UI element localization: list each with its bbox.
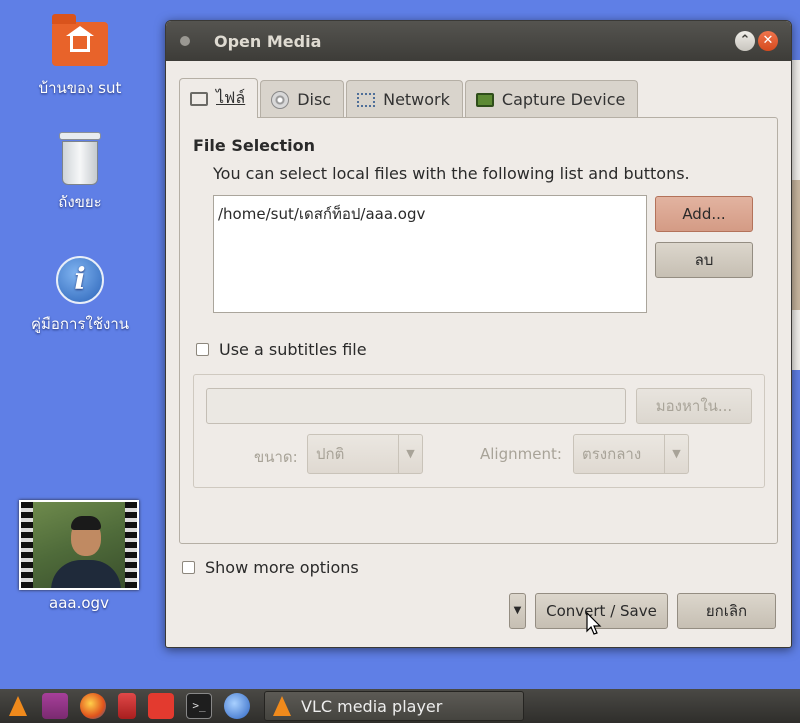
vlc-launcher-icon[interactable]	[6, 693, 30, 719]
taskbar: >_ VLC media player	[0, 689, 800, 723]
desktop-icon-trash[interactable]: ถังขยะ	[15, 132, 145, 214]
add-file-button[interactable]: Add...	[655, 196, 753, 232]
text-editor-icon[interactable]	[148, 693, 174, 719]
home-folder-icon	[52, 14, 108, 66]
desktop-icon-help[interactable]: i คู่มือการใช้งาน	[15, 256, 145, 336]
tab-network[interactable]: Network	[346, 80, 463, 118]
subtitles-options-group: มองหาใน... ขนาด: ปกติ ▼ Alignment: ตรงกล…	[193, 374, 765, 488]
checkbox-label: Show more options	[205, 558, 359, 577]
video-thumbnail[interactable]	[19, 500, 139, 590]
desktop-icon-home[interactable]: บ้านของ sut	[15, 14, 145, 100]
desktop-icon-label: aaa.ogv	[49, 594, 109, 612]
use-subtitles-checkbox[interactable]: Use a subtitles file	[196, 340, 367, 359]
file-selection-title: File Selection	[193, 136, 316, 155]
minimize-icon[interactable]: ⌃	[735, 31, 755, 51]
folder-icon	[190, 91, 208, 106]
archive-icon[interactable]	[118, 693, 136, 719]
subtitle-alignment-label: Alignment:	[480, 445, 562, 463]
desktop-icon-label: บ้านของ sut	[38, 79, 122, 97]
disc-icon	[271, 90, 290, 109]
chevron-down-icon: ▼	[398, 435, 422, 473]
capture-card-icon	[475, 92, 494, 107]
firefox-icon[interactable]	[80, 693, 106, 719]
subtitle-size-label: ขนาด:	[254, 448, 298, 466]
remove-file-button[interactable]: ลบ	[655, 242, 753, 278]
taskbar-item-label: VLC media player	[301, 696, 443, 716]
tab-label: ไฟล์	[216, 88, 246, 107]
checkbox-label: Use a subtitles file	[219, 340, 367, 359]
desktop-icon-label: ถังขยะ	[58, 193, 102, 211]
mouse-cursor-icon	[586, 612, 602, 635]
subtitle-alignment-select[interactable]: ตรงกลาง ▼	[573, 434, 689, 474]
tab-label: Capture Device	[501, 90, 626, 109]
convert-dropdown-arrow[interactable]: ▼	[509, 593, 526, 629]
background-window-edge	[792, 180, 800, 310]
select-value: ตรงกลาง	[582, 445, 642, 463]
network-globe-icon[interactable]	[224, 693, 250, 719]
file-selection-description: You can select local files with the foll…	[213, 164, 690, 183]
file-tab-panel: File Selection You can select local file…	[179, 117, 778, 544]
taskbar-item-vlc[interactable]: VLC media player	[264, 691, 524, 721]
close-icon[interactable]: ✕	[758, 31, 778, 51]
chevron-down-icon: ▼	[664, 435, 688, 473]
dialog-titlebar[interactable]: Open Media ⌃ ✕	[166, 21, 791, 61]
help-info-icon: i	[56, 256, 104, 304]
file-list[interactable]: /home/sut/เดสก์ท็อป/aaa.ogv	[213, 195, 647, 313]
list-item[interactable]: /home/sut/เดสก์ท็อป/aaa.ogv	[218, 202, 642, 226]
tab-file[interactable]: ไฟล์	[179, 78, 259, 118]
browse-subtitle-button[interactable]: มองหาใน...	[636, 388, 752, 424]
subtitle-size-select[interactable]: ปกติ ▼	[307, 434, 423, 474]
open-media-dialog: Open Media ⌃ ✕ ไฟล์ Disc Network Capture…	[165, 20, 792, 648]
background-window-edge	[792, 310, 800, 370]
desktop-icon-label: คู่มือการใช้งาน	[31, 315, 129, 333]
checkbox[interactable]	[182, 561, 195, 574]
vlc-cone-icon	[273, 696, 291, 716]
tab-bar: ไฟล์ Disc Network Capture Device	[179, 78, 640, 118]
trash-icon	[59, 132, 101, 186]
tab-label: Network	[383, 90, 450, 109]
terminal-icon[interactable]: >_	[186, 693, 212, 719]
window-menu-icon[interactable]	[180, 36, 190, 46]
tab-capture-device[interactable]: Capture Device	[464, 80, 639, 118]
checkbox[interactable]	[196, 343, 209, 356]
network-icon	[357, 92, 376, 107]
show-more-options-checkbox[interactable]: Show more options	[182, 558, 359, 577]
select-value: ปกติ	[316, 445, 345, 463]
cancel-button[interactable]: ยกเลิก	[677, 593, 776, 629]
tab-label: Disc	[297, 90, 332, 109]
background-window-edge	[792, 60, 800, 180]
desktop-switcher-icon[interactable]	[42, 693, 68, 719]
dialog-title: Open Media	[214, 31, 322, 51]
tab-disc[interactable]: Disc	[260, 80, 345, 118]
subtitle-file-input[interactable]	[206, 388, 626, 424]
